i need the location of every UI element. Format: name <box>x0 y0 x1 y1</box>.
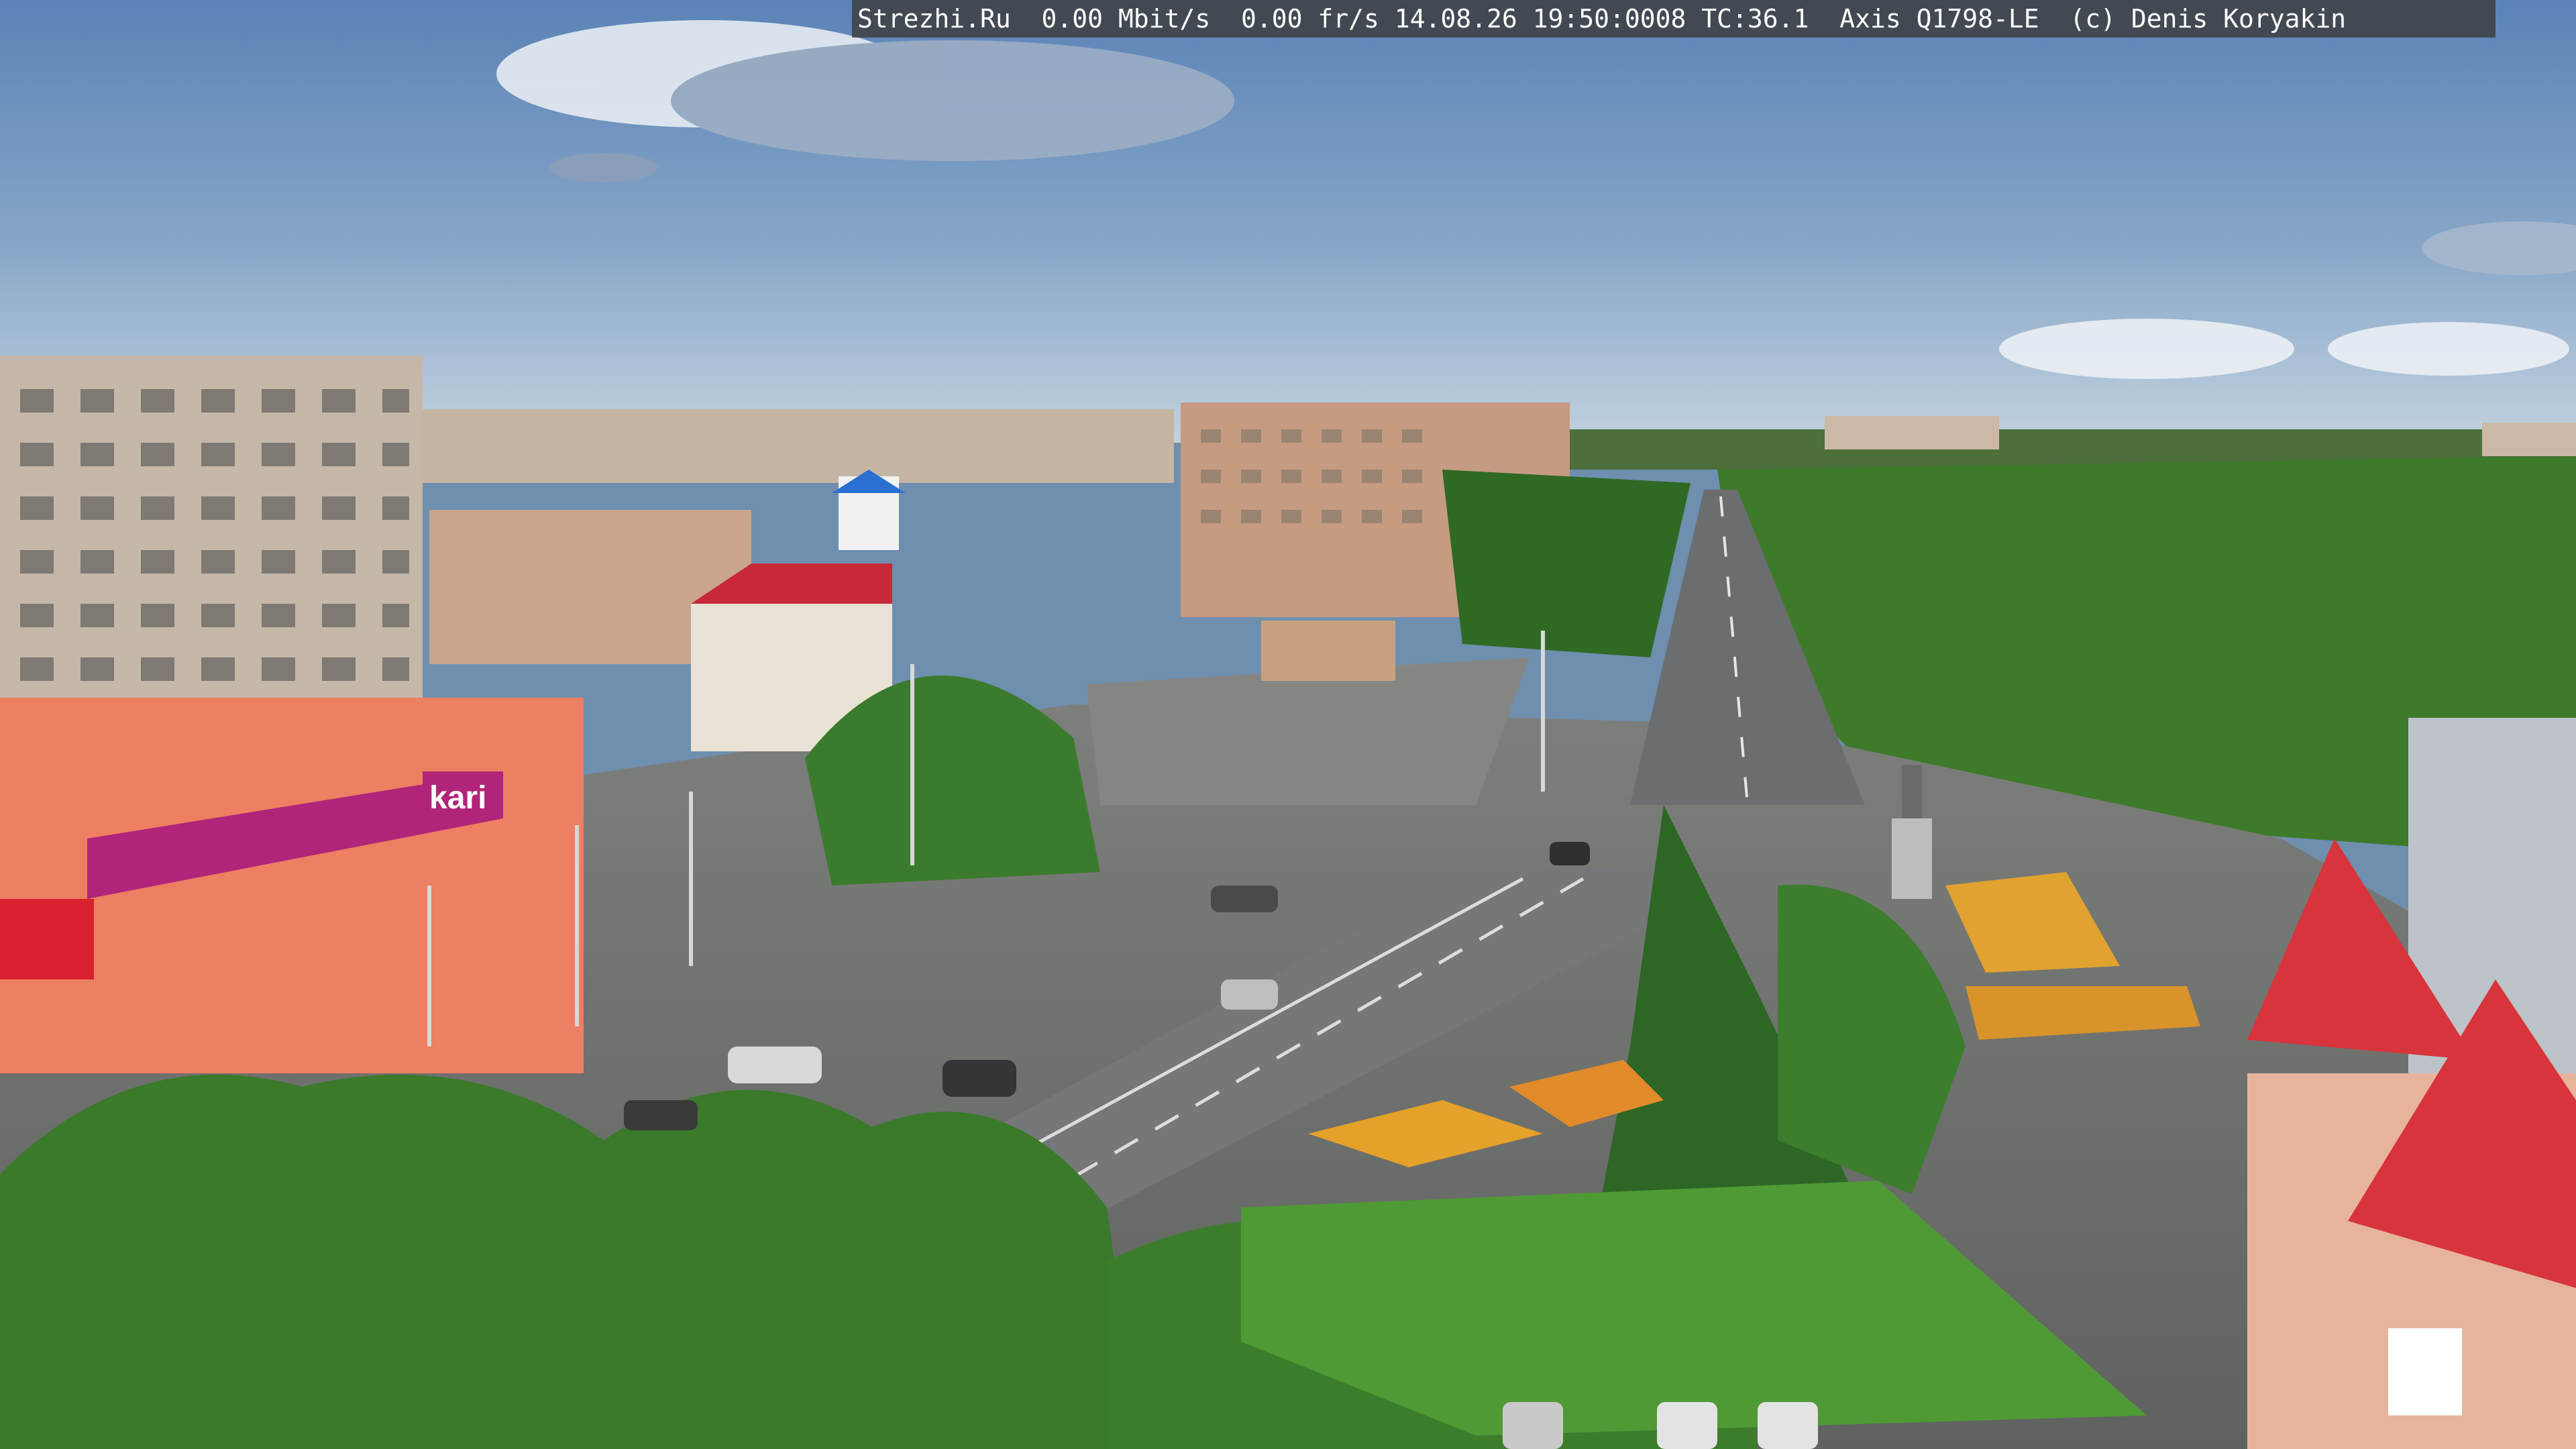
car <box>1758 1402 1818 1449</box>
middle-trees <box>1442 470 1690 657</box>
car <box>1550 842 1590 865</box>
car <box>728 1046 822 1083</box>
car <box>1221 979 1278 1010</box>
car <box>1657 1402 1717 1449</box>
webcam-scene: kari <box>0 0 2576 1449</box>
car <box>943 1060 1016 1097</box>
shopping-center: kari <box>0 698 584 1073</box>
monument-figure <box>1902 765 1922 818</box>
monument-pedestal <box>1892 818 1932 899</box>
store-logo-text: kari <box>429 780 486 816</box>
camera-osd-overlay: Strezhi.Ru 0.00 Mbit/s 0.00 fr/s 14.08.2… <box>852 0 2496 38</box>
car <box>1503 1402 1563 1449</box>
camera-frame: kari Strezhi.Ru 0.00 Mbit/s 0.00 fr/s 14… <box>0 0 2576 1449</box>
left-foreground-trees <box>0 1074 1140 1449</box>
car <box>624 1100 698 1130</box>
car <box>1211 885 1278 912</box>
small-beige-building <box>1261 621 1395 681</box>
